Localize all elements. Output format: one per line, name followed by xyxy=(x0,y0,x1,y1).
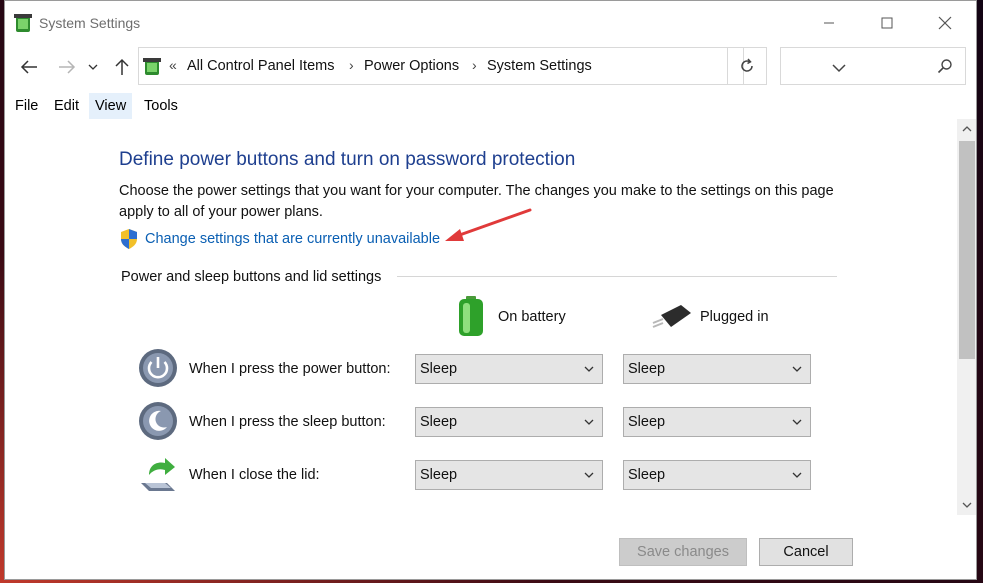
power-options-app-icon xyxy=(14,14,32,32)
sleep-button-battery-select[interactable]: Sleep xyxy=(415,407,603,437)
group-label: Power and sleep buttons and lid settings xyxy=(121,269,382,285)
select-value: Sleep xyxy=(420,414,458,430)
refresh-button[interactable] xyxy=(727,47,767,85)
row-sleep-button-label: When I press the sleep button: xyxy=(189,414,386,430)
address-row: « All Control Panel Items › Power Option… xyxy=(5,45,976,89)
column-on-battery: On battery xyxy=(498,309,566,325)
menu-bar: File Edit View Tools xyxy=(5,93,976,119)
select-value: Sleep xyxy=(420,361,458,377)
breadcrumb-separator[interactable]: › xyxy=(472,57,477,73)
up-arrow-icon xyxy=(115,58,129,75)
title-bar: System Settings xyxy=(5,1,976,45)
select-value: Sleep xyxy=(628,467,666,483)
breadcrumb-overflow[interactable]: « xyxy=(169,57,177,73)
chevron-down-icon xyxy=(88,64,98,70)
scrollbar-thumb[interactable] xyxy=(959,141,975,359)
close-button[interactable] xyxy=(916,1,974,45)
breadcrumb-all-control-panel-items[interactable]: All Control Panel Items xyxy=(187,58,334,74)
back-arrow-icon xyxy=(20,60,37,74)
minimize-button[interactable] xyxy=(800,1,858,45)
chevron-down-icon xyxy=(792,419,802,425)
refresh-icon xyxy=(741,58,753,72)
breadcrumb-separator[interactable]: › xyxy=(349,57,354,73)
up-button[interactable] xyxy=(110,55,134,79)
back-button[interactable] xyxy=(17,55,41,79)
close-lid-battery-select[interactable]: Sleep xyxy=(415,460,603,490)
menu-edit[interactable]: Edit xyxy=(48,93,85,119)
select-value: Sleep xyxy=(628,361,666,377)
menu-tools[interactable]: Tools xyxy=(138,93,184,119)
page-title: Define power buttons and turn on passwor… xyxy=(119,149,576,170)
battery-icon xyxy=(459,296,483,336)
address-bar[interactable]: « All Control Panel Items › Power Option… xyxy=(138,47,846,85)
select-value: Sleep xyxy=(628,414,666,430)
forward-arrow-icon xyxy=(59,60,76,74)
close-lid-plugged-select[interactable]: Sleep xyxy=(623,460,811,490)
chevron-down-icon xyxy=(792,366,802,372)
cancel-button[interactable]: Cancel xyxy=(759,538,853,566)
maximize-icon xyxy=(881,17,893,29)
chevron-down-icon xyxy=(792,472,802,478)
chevron-up-icon xyxy=(962,126,972,132)
close-icon xyxy=(938,16,952,30)
forward-button[interactable] xyxy=(55,55,79,79)
content-pane: Define power buttons and turn on passwor… xyxy=(5,119,957,529)
select-value: Sleep xyxy=(420,467,458,483)
uac-shield-icon xyxy=(121,229,137,249)
power-button-plugged-select[interactable]: Sleep xyxy=(623,354,811,384)
chevron-down-icon xyxy=(584,419,594,425)
power-plug-icon xyxy=(652,305,691,328)
window-title: System Settings xyxy=(39,15,141,31)
chevron-down-icon xyxy=(584,366,594,372)
scroll-up-button[interactable] xyxy=(957,119,976,139)
group-divider xyxy=(397,276,837,277)
chevron-down-icon xyxy=(962,502,972,508)
search-box[interactable] xyxy=(780,47,966,85)
power-button-icon xyxy=(139,349,177,387)
scroll-down-button[interactable] xyxy=(957,495,976,515)
red-arrow-annotation xyxy=(445,208,532,241)
system-settings-window: System Settings « All Control Panel Item… xyxy=(4,0,977,580)
row-close-lid-label: When I close the lid: xyxy=(189,467,320,483)
search-icon xyxy=(937,59,952,74)
breadcrumb-system-settings[interactable]: System Settings xyxy=(487,58,592,74)
minimize-icon xyxy=(824,22,834,24)
menu-view[interactable]: View xyxy=(89,93,133,119)
chevron-down-icon xyxy=(584,472,594,478)
power-button-battery-select[interactable]: Sleep xyxy=(415,354,603,384)
breadcrumb-power-options[interactable]: Power Options xyxy=(364,58,459,74)
footer: Save changes Cancel xyxy=(5,529,976,579)
column-plugged-in: Plugged in xyxy=(700,309,769,325)
control-panel-icon xyxy=(143,58,161,75)
vertical-scrollbar[interactable] xyxy=(957,119,976,515)
save-changes-button[interactable]: Save changes xyxy=(619,538,747,566)
sleep-button-icon xyxy=(139,402,177,440)
laptop-lid-icon xyxy=(141,458,175,491)
recent-locations-button[interactable] xyxy=(85,55,101,79)
row-power-button-label: When I press the power button: xyxy=(189,361,391,377)
change-unavailable-settings-link[interactable]: Change settings that are currently unava… xyxy=(145,231,440,247)
menu-file[interactable]: File xyxy=(9,93,44,119)
maximize-button[interactable] xyxy=(858,1,916,45)
sleep-button-plugged-select[interactable]: Sleep xyxy=(623,407,811,437)
